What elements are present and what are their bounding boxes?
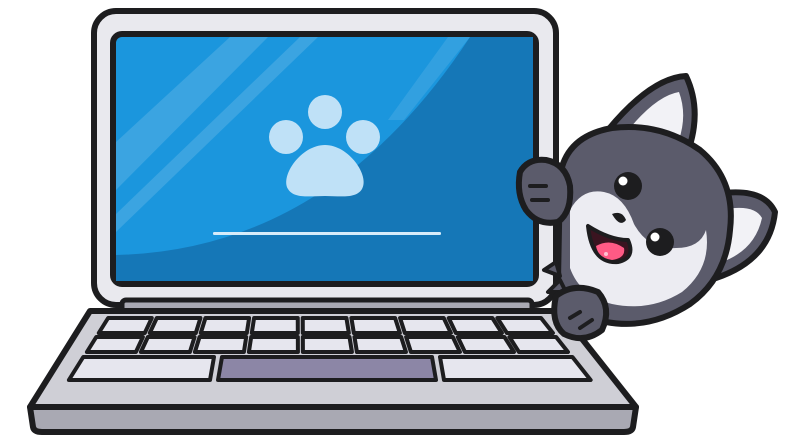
keyboard-key: [198, 316, 252, 335]
keyboard-key: [300, 335, 354, 354]
cat-laptop-illustration: [27, 8, 778, 435]
keyboard-key: [246, 335, 300, 354]
paw-toe: [346, 120, 380, 154]
trackpad: [216, 355, 438, 382]
keyboard-key: [507, 335, 570, 354]
cat-right-eye: [646, 228, 674, 256]
keyboard-key: [404, 335, 462, 354]
keyboard-key: [300, 316, 351, 335]
keyboard-key: [96, 316, 154, 335]
paw-toe: [269, 120, 303, 154]
cat-paw-upper: [515, 156, 574, 226]
keyboard-key: [249, 316, 300, 335]
loading-bar-fill: [213, 232, 441, 235]
cat-left-eye: [614, 172, 642, 200]
keyboard-key: [192, 335, 249, 354]
keyboard-key: [352, 335, 408, 354]
laptop-screen: [110, 31, 539, 287]
keyboard-key: [495, 316, 555, 335]
keyboard-key: [455, 335, 516, 354]
keyboard-key: [138, 335, 197, 354]
keyboard-key: [438, 355, 593, 382]
keyboard-key: [147, 316, 203, 335]
keyboard-key: [446, 316, 504, 335]
keyboard-key: [84, 335, 145, 354]
keyboard-key: [66, 355, 216, 382]
cat-cheek-blush: [604, 252, 608, 256]
keyboard-key: [398, 316, 453, 335]
keyboard-key: [349, 316, 402, 335]
laptop-base-front: [27, 404, 639, 435]
paw-toe: [308, 95, 342, 129]
